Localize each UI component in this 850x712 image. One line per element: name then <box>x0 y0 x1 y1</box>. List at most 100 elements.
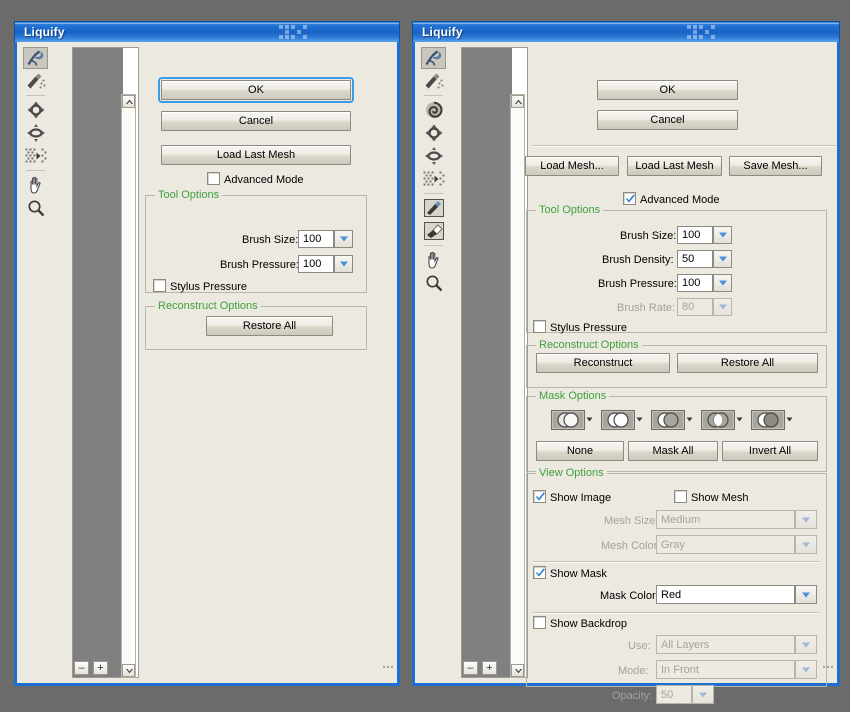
scroll-up-button[interactable] <box>122 95 135 108</box>
mask-replace-selection-icon[interactable] <box>551 410 585 430</box>
right-zoom-in-button[interactable]: + <box>482 661 497 675</box>
left-resize-grip[interactable] <box>383 666 395 678</box>
right-brush-rate-input: 80 <box>677 298 713 316</box>
right-brush-pressure-label: Brush Pressure: <box>598 278 677 290</box>
bloat-tool[interactable] <box>421 145 446 167</box>
pucker-tool[interactable] <box>421 122 446 144</box>
right-load-last-mesh-button[interactable]: Load Last Mesh <box>627 156 722 176</box>
left-stylus-pressure-checkbox[interactable] <box>153 279 166 292</box>
right-stylus-pressure-checkbox[interactable] <box>533 320 546 333</box>
left-zoom-in-button[interactable]: + <box>93 661 108 675</box>
right-brush-pressure-input[interactable]: 100 <box>677 274 713 292</box>
left-title-bar[interactable]: Liquify <box>14 21 400 42</box>
forward-warp-tool[interactable] <box>421 47 446 69</box>
mask-add-to-selection-icon[interactable] <box>601 410 635 430</box>
scroll-down-button[interactable] <box>122 664 135 677</box>
mesh-size-dropdown-arrow <box>795 510 817 529</box>
mask-intersect-dropdown-arrow[interactable] <box>735 410 744 430</box>
scroll-down-button[interactable] <box>511 664 524 677</box>
mask-replace-dropdown-arrow[interactable] <box>585 410 594 430</box>
left-window-title: Liquify <box>24 25 65 39</box>
show-backdrop-checkbox[interactable] <box>533 616 546 629</box>
shift-pixels-tool[interactable] <box>421 168 446 190</box>
right-cancel-button[interactable]: Cancel <box>597 110 738 130</box>
right-brush-density-dropdown[interactable] <box>713 250 732 268</box>
reconstruct-tool[interactable] <box>23 70 48 92</box>
reconstruct-button[interactable]: Reconstruct <box>536 353 670 373</box>
right-preview-image <box>462 48 512 677</box>
right-resize-grip[interactable] <box>823 666 835 678</box>
reconstruct-tool[interactable] <box>421 70 446 92</box>
right-tool-palette <box>417 47 450 295</box>
hand-tool[interactable] <box>421 249 446 271</box>
left-advanced-mode-checkbox[interactable] <box>207 172 220 185</box>
left-reconstruct-options-legend: Reconstruct Options <box>155 300 261 312</box>
mask-intersect-with-selection-icon[interactable] <box>701 410 735 430</box>
right-brush-size-dropdown[interactable] <box>713 226 732 244</box>
right-brush-density-input[interactable]: 50 <box>677 250 713 268</box>
bloat-tool[interactable] <box>23 122 48 144</box>
zoom-tool[interactable] <box>421 272 446 294</box>
left-stylus-pressure-label: Stylus Pressure <box>170 281 248 293</box>
thaw-mask-tool[interactable] <box>421 220 446 242</box>
pucker-tool[interactable] <box>23 99 48 121</box>
left-brush-size-label: Brush Size: <box>242 234 299 246</box>
mask-add-dropdown-arrow[interactable] <box>635 410 644 430</box>
show-image-checkbox[interactable] <box>533 490 546 503</box>
right-vertical-scrollbar[interactable] <box>510 94 525 678</box>
left-cancel-button[interactable]: Cancel <box>161 111 351 131</box>
load-mesh-button[interactable]: Load Mesh... <box>525 156 619 176</box>
right-brush-density-label: Brush Density: <box>602 254 674 266</box>
save-mesh-button[interactable]: Save Mesh... <box>729 156 822 176</box>
backdrop-use-select: All Layers <box>656 635 795 654</box>
right-zoom-out-button[interactable]: – <box>463 661 478 675</box>
right-brush-size-label: Brush Size: <box>620 230 677 242</box>
left-dialog-body: – + OK Cancel Load Last Mesh Advanced Mo… <box>14 42 400 686</box>
mask-all-button[interactable]: Mask All <box>628 441 718 461</box>
tool-separator <box>424 193 443 194</box>
view-options-separator-1 <box>533 561 819 563</box>
right-stylus-pressure-label: Stylus Pressure <box>550 322 628 334</box>
mesh-color-dropdown-arrow <box>795 535 817 554</box>
left-ok-button[interactable]: OK <box>158 77 354 103</box>
invert-all-button[interactable]: Invert All <box>722 441 818 461</box>
mask-subtract-dropdown-arrow[interactable] <box>685 410 694 430</box>
mask-color-select[interactable]: Red <box>656 585 795 604</box>
right-brush-size-input[interactable]: 100 <box>677 226 713 244</box>
right-reconstruct-options-legend: Reconstruct Options <box>536 339 642 351</box>
left-brush-pressure-input[interactable]: 100 <box>298 255 334 273</box>
right-advanced-mode-checkbox[interactable] <box>623 192 636 205</box>
tool-separator <box>424 95 443 96</box>
scroll-up-button[interactable] <box>511 95 524 108</box>
left-vertical-scrollbar[interactable] <box>121 94 136 678</box>
zoom-tool[interactable] <box>23 197 48 219</box>
left-restore-all-button[interactable]: Restore All <box>206 316 333 336</box>
view-options-group: View Options <box>526 467 827 687</box>
twirl-clockwise-tool[interactable] <box>421 99 446 121</box>
forward-warp-tool[interactable] <box>23 47 48 69</box>
right-ok-button[interactable]: OK <box>597 80 738 100</box>
titlebar-highlight <box>413 23 839 24</box>
right-title-bar[interactable]: Liquify <box>412 21 840 42</box>
left-brush-size-dropdown[interactable] <box>334 230 353 248</box>
left-load-last-mesh-button[interactable]: Load Last Mesh <box>161 145 351 165</box>
left-brush-size-input[interactable]: 100 <box>298 230 334 248</box>
freeze-mask-tool[interactable] <box>421 197 446 219</box>
tool-separator <box>26 170 45 171</box>
show-mask-checkbox[interactable] <box>533 566 546 579</box>
mask-invert-dropdown-arrow[interactable] <box>785 410 794 430</box>
mask-none-button[interactable]: None <box>536 441 624 461</box>
mask-subtract-from-selection-icon[interactable] <box>651 410 685 430</box>
right-brush-pressure-dropdown[interactable] <box>713 274 732 292</box>
hand-tool[interactable] <box>23 174 48 196</box>
right-restore-all-button[interactable]: Restore All <box>677 353 818 373</box>
left-brush-pressure-dropdown[interactable] <box>334 255 353 273</box>
shift-pixels-tool[interactable] <box>23 145 48 167</box>
show-mesh-label: Show Mesh <box>691 492 749 504</box>
left-zoom-out-button[interactable]: – <box>74 661 89 675</box>
mask-invert-selection-icon[interactable] <box>751 410 785 430</box>
backdrop-opacity-dropdown-arrow <box>692 685 714 704</box>
show-mesh-checkbox[interactable] <box>674 490 687 503</box>
backdrop-use-label: Use: <box>628 640 651 652</box>
mask-color-dropdown-arrow[interactable] <box>795 585 817 604</box>
